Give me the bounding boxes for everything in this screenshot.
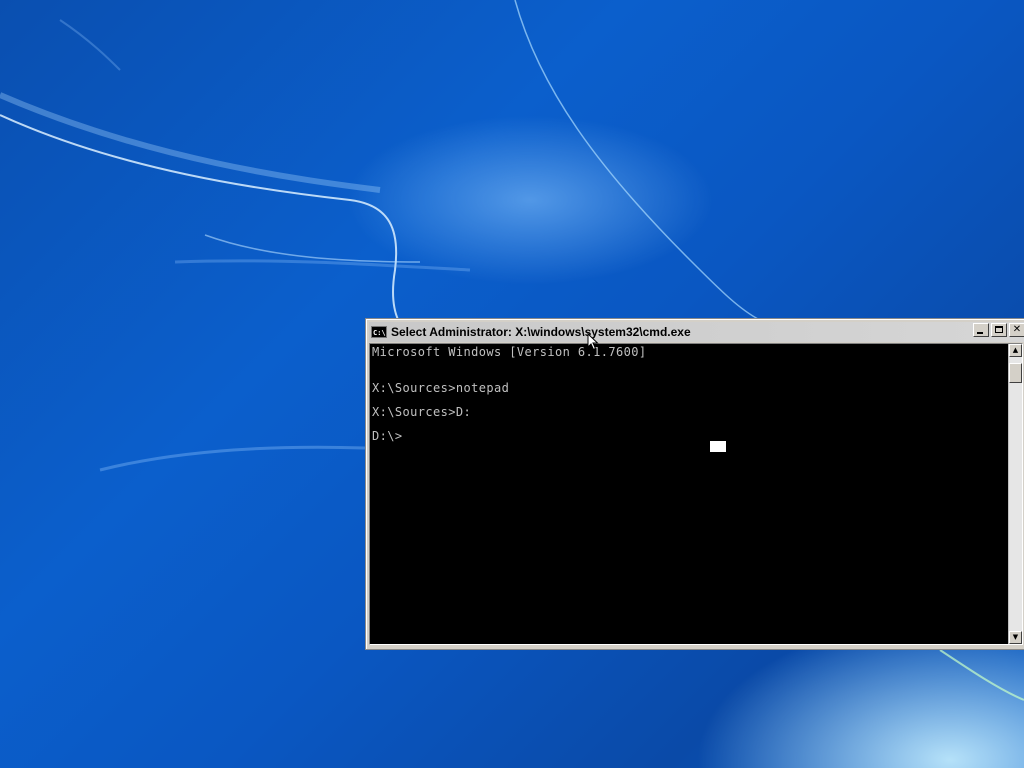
arrow-up-icon: ▲ — [1012, 346, 1019, 354]
arrow-down-icon: ▼ — [1012, 633, 1019, 641]
close-icon: ✕ — [1012, 324, 1022, 335]
maximize-button[interactable] — [991, 323, 1007, 337]
minimize-icon — [977, 332, 983, 334]
vertical-scrollbar[interactable]: ▲ ▼ — [1008, 344, 1022, 644]
console-line-notepad: X:\Sources>notepad — [372, 381, 510, 395]
text-cursor — [710, 441, 726, 452]
minimize-button[interactable] — [973, 323, 989, 337]
title-bar[interactable]: C:\ Select Administrator: X:\windows\sys… — [369, 322, 1024, 342]
console-frame: Microsoft Windows [Version 6.1.7600] X:\… — [369, 343, 1023, 645]
close-button[interactable]: ✕ — [1009, 323, 1024, 337]
console-line-drive-change: X:\Sources>D: — [372, 405, 472, 419]
scroll-down-button[interactable]: ▼ — [1009, 631, 1022, 644]
window-title: Select Administrator: X:\windows\system3… — [391, 325, 691, 339]
mouse-pointer-icon — [587, 333, 599, 351]
scroll-up-button[interactable]: ▲ — [1009, 344, 1022, 357]
console-line-prompt: D:\> — [372, 429, 403, 443]
maximize-icon — [995, 326, 1003, 333]
scroll-thumb[interactable] — [1009, 363, 1022, 383]
cmd-window[interactable]: C:\ Select Administrator: X:\windows\sys… — [365, 318, 1024, 650]
console-line-version: Microsoft Windows [Version 6.1.7600] — [372, 345, 647, 359]
cmd-app-icon[interactable]: C:\ — [371, 326, 387, 338]
console-output[interactable]: Microsoft Windows [Version 6.1.7600] X:\… — [370, 344, 1008, 644]
window-controls: ✕ — [971, 323, 1024, 337]
